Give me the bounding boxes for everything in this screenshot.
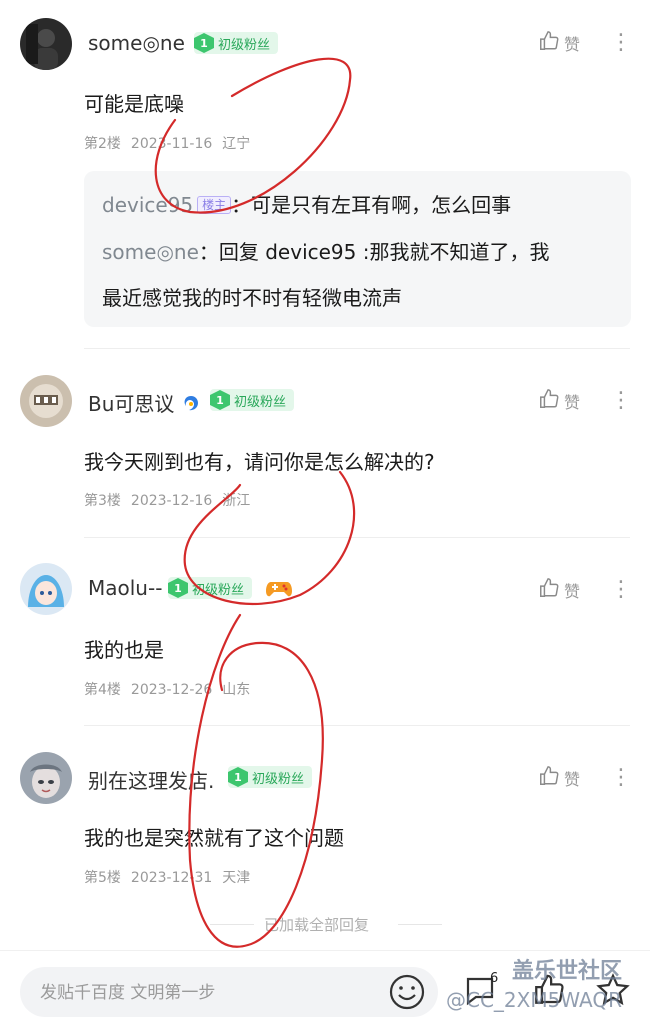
comment-date: 2023-11-16: [130, 136, 213, 152]
divider: [84, 537, 630, 538]
like-button[interactable]: 赞: [538, 577, 580, 603]
reply-text-continued: 最近感觉我的时不时有轻微电流声: [102, 286, 402, 310]
username[interactable]: Bu可思议: [88, 388, 201, 419]
avatar[interactable]: [20, 752, 72, 804]
more-options-icon[interactable]: ⋮: [610, 767, 632, 789]
badge-label: 初级粉丝: [252, 771, 305, 787]
thumbs-up-icon: [538, 577, 560, 603]
badge-label: 初级粉丝: [234, 394, 287, 410]
like-label: 赞: [564, 35, 581, 54]
reply-input-box[interactable]: [20, 967, 438, 1019]
fan-level-badge: 1 初级粉丝: [228, 766, 313, 788]
fan-level-badge: 1 初级粉丝: [194, 32, 279, 54]
floor-number: 第3楼: [84, 493, 121, 509]
like-button[interactable]: 赞: [538, 388, 580, 414]
more-options-icon[interactable]: ⋮: [610, 32, 632, 54]
reply-text: 回复 device95 :那我就不知道了，我: [218, 240, 550, 264]
comment-text: 我的也是: [84, 638, 164, 662]
reply-author[interactable]: device95: [102, 193, 193, 217]
reply-input[interactable]: [38, 967, 382, 1019]
reply-separator: ：: [231, 193, 252, 217]
reply-author[interactable]: some◎ne: [102, 240, 199, 264]
divider: [84, 725, 630, 726]
badge-label: 初级粉丝: [192, 582, 245, 598]
username[interactable]: some◎ne: [88, 31, 185, 55]
comment-meta: 第4楼 2023-12-26 山东: [84, 679, 260, 699]
comment-location: 辽宁: [222, 136, 251, 152]
reply-item: some◎ne：回复 device95 :那我就不知道了，我: [102, 236, 549, 265]
reply-item: device95 楼主 ：可是只有左耳有啊，怎么回事: [102, 189, 511, 218]
floor-number: 第2楼: [84, 136, 121, 152]
level-icon: 1: [168, 578, 188, 598]
username[interactable]: Maolu--: [88, 576, 162, 600]
like-label: 赞: [564, 770, 581, 789]
more-options-icon[interactable]: ⋮: [610, 390, 632, 412]
username-text: Bu可思议: [88, 392, 175, 416]
divider: [84, 348, 630, 349]
like-label: 赞: [564, 393, 581, 412]
gamepad-icon: [266, 578, 292, 602]
emoji-icon[interactable]: [388, 973, 426, 1015]
level-icon: 1: [210, 390, 230, 410]
like-button[interactable]: 赞: [538, 765, 580, 791]
all-replies-loaded: 已加载全部回复: [0, 914, 650, 934]
divider: [210, 924, 254, 925]
watermark-title: 盖乐世社区: [512, 959, 623, 984]
badge-label: 初级粉丝: [218, 37, 271, 53]
avatar[interactable]: [20, 563, 72, 615]
comment-date: 2023-12-31: [130, 870, 213, 886]
loaded-label: 已加载全部回复: [264, 916, 370, 934]
like-button[interactable]: 赞: [538, 30, 580, 56]
watermark-handle: @CC_2XM5WAQR: [446, 988, 622, 1012]
comment-location: 天津: [222, 870, 251, 886]
comment-meta: 第3楼 2023-12-16 浙江: [84, 490, 260, 510]
swirl-icon: [181, 394, 201, 419]
reply-text: 可是只有左耳有啊，怎么回事: [251, 193, 512, 217]
reply-separator: ：: [198, 240, 219, 264]
comment-location: 浙江: [222, 493, 251, 509]
avatar[interactable]: [20, 375, 72, 427]
op-tag: 楼主: [197, 196, 232, 214]
thumbs-up-icon: [538, 388, 560, 414]
comment-meta: 第5楼 2023-12-31 天津: [84, 867, 260, 887]
username[interactable]: 别在这理发店.: [88, 765, 214, 794]
like-label: 赞: [564, 582, 581, 601]
thumbs-up-icon: [538, 765, 560, 791]
level-icon: 1: [228, 767, 248, 787]
avatar[interactable]: [20, 18, 72, 70]
fan-level-badge: 1 初级粉丝: [168, 577, 253, 599]
comment-meta: 第2楼 2023-11-16 辽宁: [84, 133, 260, 153]
divider: [398, 924, 442, 925]
comment-location: 山东: [222, 682, 251, 698]
floor-number: 第4楼: [84, 682, 121, 698]
comment-text: 我今天刚到也有，请问你是怎么解决的?: [84, 450, 435, 474]
comment-date: 2023-12-26: [130, 682, 213, 698]
comment-text: 可能是底噪: [84, 92, 184, 116]
comment-text: 我的也是突然就有了这个问题: [84, 826, 344, 850]
reply-thread[interactable]: device95 楼主 ：可是只有左耳有啊，怎么回事 some◎ne：回复 devi…: [84, 171, 631, 327]
comment-date: 2023-12-16: [130, 493, 213, 509]
level-icon: 1: [194, 33, 214, 53]
thumbs-up-icon: [538, 30, 560, 56]
floor-number: 第5楼: [84, 870, 121, 886]
comment-count: 6: [490, 971, 499, 986]
fan-level-badge: 1 初级粉丝: [210, 389, 295, 411]
more-options-icon[interactable]: ⋮: [610, 579, 632, 601]
